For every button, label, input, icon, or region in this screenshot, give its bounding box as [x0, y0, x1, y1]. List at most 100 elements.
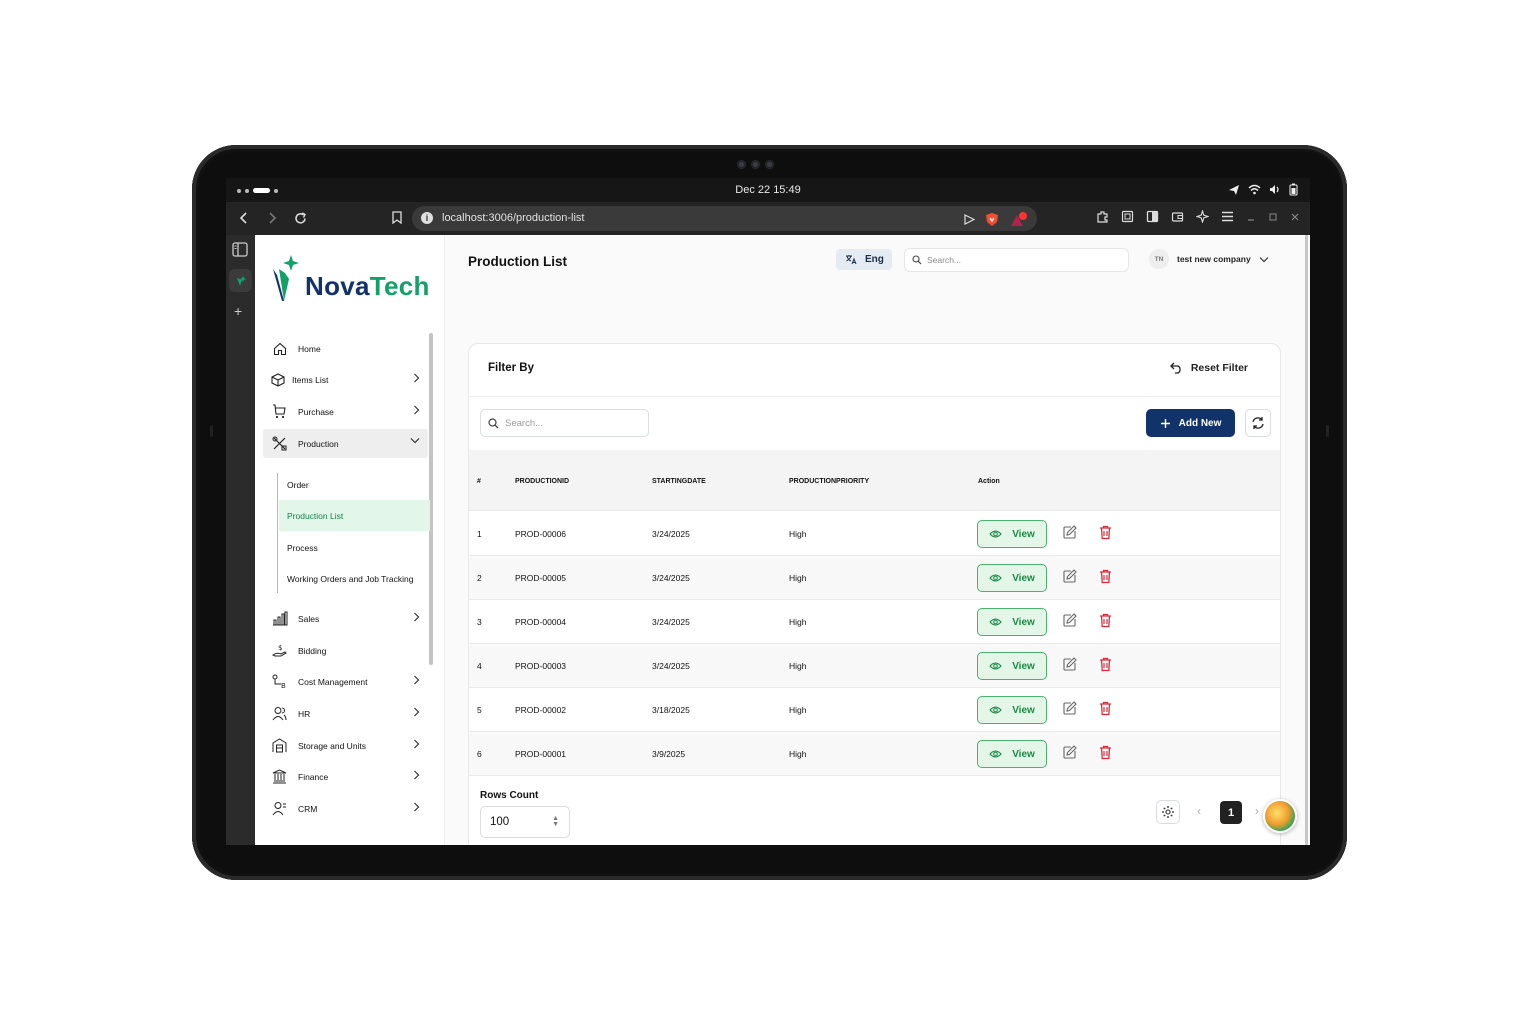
table-row[interactable]: 1 PROD-00006 3/24/2025 High View [469, 512, 1280, 556]
table-search-input[interactable]: Search... [480, 409, 649, 437]
view-button[interactable]: View [977, 652, 1047, 680]
submenu-item-order[interactable]: Order [279, 469, 430, 500]
sidebar-toggle-icon[interactable] [1146, 210, 1159, 223]
submenu-item-process[interactable]: Process [279, 532, 430, 563]
menu-icon[interactable] [1221, 211, 1234, 222]
forward-icon[interactable] [264, 210, 280, 226]
prev-page-button[interactable]: ‹ [1197, 804, 1201, 818]
reset-filter-button[interactable]: Reset Filter [1169, 362, 1248, 374]
telegram-icon[interactable] [1228, 184, 1240, 196]
view-button[interactable]: View [977, 740, 1047, 768]
sidebar-item-items-list[interactable]: Items List [263, 365, 428, 394]
add-panel-icon[interactable]: + [234, 303, 242, 319]
volume-icon[interactable] [1269, 184, 1281, 195]
delete-icon[interactable] [1099, 701, 1112, 721]
production-id: PROD-00002 [515, 705, 567, 715]
submenu-item-working-orders[interactable]: Working Orders and Job Tracking [279, 563, 430, 594]
submenu-item-production-list[interactable]: Production List [279, 500, 430, 531]
column-header[interactable]: STARTINGDATE [652, 478, 706, 485]
language-switcher[interactable]: Eng [836, 249, 892, 270]
table-settings-button[interactable] [1156, 800, 1180, 824]
minimize-icon[interactable] [1246, 212, 1256, 222]
extensions-icon[interactable] [1096, 210, 1109, 223]
novatech-logo[interactable]: NovaTech [271, 255, 430, 303]
filter-title: Filter By [488, 362, 535, 374]
address-bar[interactable]: i localhost:3006/production-list [412, 206, 1037, 231]
next-page-button[interactable]: › [1255, 804, 1259, 818]
delete-icon[interactable] [1099, 745, 1112, 765]
page-scrollbar[interactable] [1305, 235, 1308, 845]
add-new-button[interactable]: Add New [1146, 409, 1235, 437]
floating-assistant-button[interactable] [1263, 799, 1297, 833]
rows-count-select[interactable]: 100 ▲ ▼ [480, 806, 570, 838]
sidebar-item-purchase[interactable]: Purchase [263, 397, 428, 426]
view-button[interactable]: View [977, 520, 1047, 548]
table-search-placeholder: Search... [505, 417, 544, 429]
os-clock[interactable]: Dec 22 15:49 [226, 184, 1310, 196]
delete-icon[interactable] [1099, 613, 1112, 633]
rewards-icon[interactable] [1009, 211, 1029, 228]
edit-icon[interactable] [1062, 657, 1077, 677]
starting-date: 3/9/2025 [652, 749, 686, 759]
table-row[interactable]: 3 PROD-00004 3/24/2025 High View [469, 600, 1280, 644]
table-row[interactable]: 5 PROD-00002 3/18/2025 High View [469, 688, 1280, 732]
table-row[interactable]: 6 PROD-00001 3/9/2025 High View [469, 732, 1280, 776]
sidebar-item-storage[interactable]: Storage and Units [263, 731, 428, 760]
url-text[interactable]: localhost:3006/production-list [442, 212, 584, 224]
sidebar-item-cost-management[interactable]: B Cost Management [263, 667, 428, 696]
global-search-input[interactable]: Search... [904, 248, 1129, 272]
screenshot-icon[interactable] [1121, 210, 1134, 223]
brave-shield-icon[interactable] [985, 212, 999, 227]
battery-icon[interactable] [1289, 183, 1298, 196]
delete-icon[interactable] [1099, 569, 1112, 589]
app-root: NovaTech Home Items List Purchase Produc… [255, 235, 1310, 845]
pinned-novatech-tab-icon[interactable] [229, 269, 252, 292]
reload-icon[interactable] [292, 210, 308, 226]
refresh-button[interactable] [1245, 409, 1271, 437]
edit-icon[interactable] [1062, 525, 1077, 545]
edit-icon[interactable] [1062, 613, 1077, 633]
table-row[interactable]: 4 PROD-00003 3/24/2025 High View [469, 644, 1280, 688]
delete-icon[interactable] [1099, 525, 1112, 545]
sidebar-item-crm[interactable]: CRM [263, 794, 428, 823]
sidebar-item-hr[interactable]: HR [263, 699, 428, 728]
close-icon[interactable] [1290, 212, 1300, 222]
page-number-button[interactable]: 1 [1220, 801, 1242, 824]
sidebar-item-finance[interactable]: Finance [263, 762, 428, 791]
edit-icon[interactable] [1062, 745, 1077, 765]
maximize-icon[interactable] [1268, 212, 1278, 222]
view-button[interactable]: View [977, 608, 1047, 636]
table-row[interactable]: 2 PROD-00005 3/24/2025 High View [469, 556, 1280, 600]
column-header[interactable]: PRODUCTIONPRIORITY [789, 478, 869, 485]
wifi-icon[interactable] [1248, 184, 1261, 195]
eye-icon [989, 530, 1002, 538]
sidebar-item-bidding[interactable]: $ Bidding [263, 636, 428, 665]
column-header[interactable]: # [477, 478, 481, 485]
refresh-icon [1252, 417, 1264, 429]
sidebar-item-label: CRM [298, 803, 318, 814]
panel-toggle-icon[interactable] [232, 242, 248, 262]
view-button[interactable]: View [977, 564, 1047, 592]
system-tray[interactable] [1228, 183, 1298, 196]
wallet-icon[interactable] [1171, 210, 1184, 223]
chevron-right-icon [414, 707, 420, 717]
browser-toolbar: i localhost:3006/production-list [226, 202, 1310, 235]
sidebar-item-home[interactable]: Home [263, 334, 428, 363]
edit-icon[interactable] [1062, 569, 1077, 589]
share-icon[interactable] [964, 214, 975, 225]
sidebar-item-production[interactable]: Production [263, 429, 428, 458]
view-button[interactable]: View [977, 696, 1047, 724]
site-info-icon[interactable]: i [421, 212, 433, 224]
back-icon[interactable] [236, 210, 252, 226]
delete-icon[interactable] [1099, 657, 1112, 677]
bookmark-icon[interactable] [392, 211, 402, 229]
leo-ai-icon[interactable] [1196, 210, 1209, 223]
edit-icon[interactable] [1062, 701, 1077, 721]
production-priority: High [789, 573, 807, 583]
row-number: 1 [477, 529, 482, 539]
company-switcher[interactable]: TN test new company [1149, 249, 1269, 269]
sidebar: NovaTech Home Items List Purchase Produc… [255, 235, 445, 845]
column-header[interactable]: PRODUCTIONID [515, 478, 569, 485]
stepper-arrows-icon: ▲ ▼ [552, 815, 559, 828]
sidebar-item-sales[interactable]: Sales [263, 604, 428, 633]
